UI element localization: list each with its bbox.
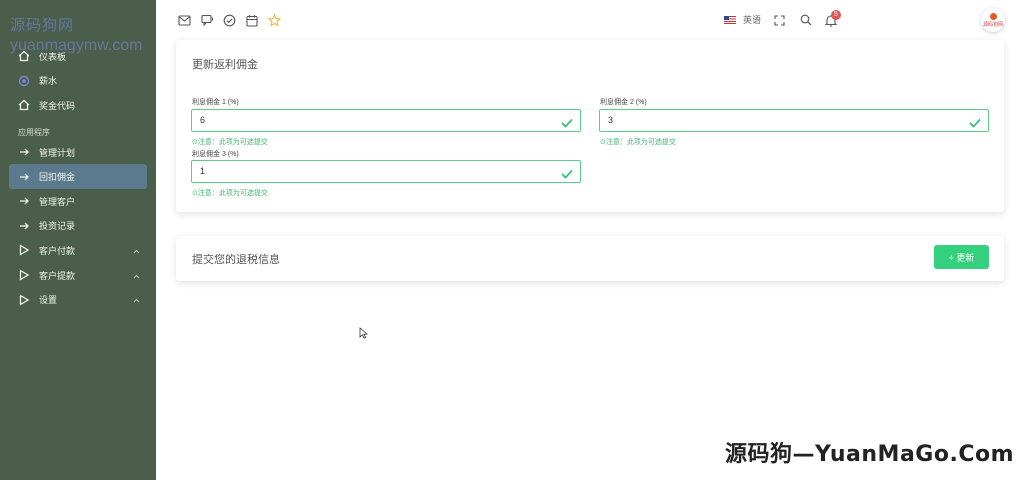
sidebar-item-label: 回扣佣金 (39, 172, 76, 183)
check-icon (969, 115, 981, 136)
commission-3-input[interactable]: 1 (191, 160, 581, 183)
check-circle-icon[interactable] (222, 13, 236, 27)
field-label-commission-2: 利息佣金 2 (%) (600, 99, 647, 106)
card-title: 提交您的退税信息 (192, 254, 280, 266)
calendar-icon[interactable] (245, 13, 259, 27)
field-label-commission-3: 利息佣金 3 (%) (192, 151, 239, 158)
sidebar-item-client-withdrawals[interactable]: 客户提款 (0, 263, 156, 288)
arrow-right-icon (18, 146, 30, 158)
target-icon (18, 75, 30, 87)
sidebar-item-label: 管理客户 (39, 196, 76, 207)
home-icon (18, 99, 30, 111)
sidebar-item-rebate-commission[interactable]: 回扣佣金 (9, 164, 147, 189)
play-icon (18, 269, 30, 281)
play-icon (18, 244, 30, 257)
fullscreen-icon[interactable] (772, 13, 786, 27)
sidebar-section-title: 应用程序 (18, 127, 50, 137)
avatar[interactable]: 源码狗网 (981, 8, 1005, 32)
language-selector[interactable]: 英语 (724, 13, 761, 26)
field-value: 3 (608, 115, 614, 125)
field-value: 1 (200, 166, 206, 176)
sidebar-item-label: 管理计划 (39, 147, 76, 158)
sidebar-item-manage-clients[interactable]: 管理客户 (0, 189, 156, 214)
mouse-cursor-icon (359, 326, 369, 344)
rebate-form-card: 更新返利佣金 利息佣金 1 (%) 6 ⊙注意：此项为可选提交 利息佣金 2 (… (176, 40, 1004, 212)
arrow-right-icon (18, 195, 30, 207)
avatar-text: 源码狗网 (982, 21, 1003, 28)
field-note: ⊙注意：此项为可选提交 (600, 139, 676, 146)
sidebar-item-settings[interactable]: 设置 (0, 287, 156, 312)
sidebar-item-manage-plans[interactable]: 管理计划 (0, 140, 156, 165)
mail-icon[interactable] (177, 13, 191, 27)
sidebar-item-investment-records[interactable]: 投资记录 (0, 214, 156, 239)
search-icon[interactable] (799, 13, 813, 27)
chevron-up-icon[interactable] (133, 271, 140, 281)
field-note: ⊙注意：此项为可选提交 (192, 139, 268, 146)
commission-1-input[interactable]: 6 (191, 109, 581, 132)
sidebar-item-client-payments[interactable]: 客户付款 (0, 238, 156, 263)
sidebar-item-bonus-code[interactable]: 奖金代码 (0, 93, 156, 118)
star-icon[interactable] (267, 13, 281, 27)
check-icon (561, 166, 573, 187)
sidebar-item-salary[interactable]: 薪水 (0, 69, 156, 94)
play-icon (18, 293, 30, 306)
home-icon (18, 50, 30, 62)
avatar-logo-icon (989, 12, 997, 20)
check-icon (561, 115, 573, 136)
chevron-up-icon[interactable] (133, 246, 140, 256)
sidebar-item-label: 仪表板 (39, 51, 67, 62)
sidebar-item-label: 客户提款 (39, 270, 76, 281)
arrow-right-icon (18, 171, 30, 183)
sidebar-item-label: 奖金代码 (39, 100, 76, 111)
topbar: 英语 5 源码狗网 (156, 0, 1024, 40)
card-title: 更新返利佣金 (192, 59, 258, 71)
field-label-commission-1: 利息佣金 1 (%) (192, 99, 239, 106)
sidebar-nav: 仪表板 薪水 奖金代码 应用程序 管理计划 回扣佣金 管理客户 投资记录 客户付… (0, 44, 156, 312)
us-flag-icon (724, 15, 736, 24)
watermark-text: 源码狗—YuanMaGo.Com (725, 442, 1014, 467)
chat-icon[interactable] (200, 13, 214, 27)
update-button[interactable]: + 更新 (934, 245, 989, 269)
submit-tax-card: 提交您的退税信息 + 更新 (176, 236, 1004, 281)
field-note: ⊙注意：此项为可选提交 (192, 190, 268, 197)
brand-name-cn: 源码狗网 (10, 17, 75, 34)
chevron-up-icon[interactable] (133, 295, 140, 305)
field-value: 6 (200, 115, 206, 125)
language-label: 英语 (743, 15, 762, 25)
commission-2-input[interactable]: 3 (599, 109, 989, 132)
notification-badge: 5 (831, 10, 841, 20)
sidebar-item-dashboard[interactable]: 仪表板 (0, 44, 156, 69)
arrow-right-icon (18, 220, 30, 232)
sidebar: 源码狗网 yuanmagymw.com 仪表板 薪水 奖金代码 应用程序 管理计… (0, 0, 156, 480)
sidebar-item-label: 设置 (39, 295, 58, 306)
sidebar-item-label: 薪水 (39, 76, 58, 87)
sidebar-item-label: 投资记录 (39, 221, 76, 232)
sidebar-item-label: 客户付款 (39, 245, 76, 256)
